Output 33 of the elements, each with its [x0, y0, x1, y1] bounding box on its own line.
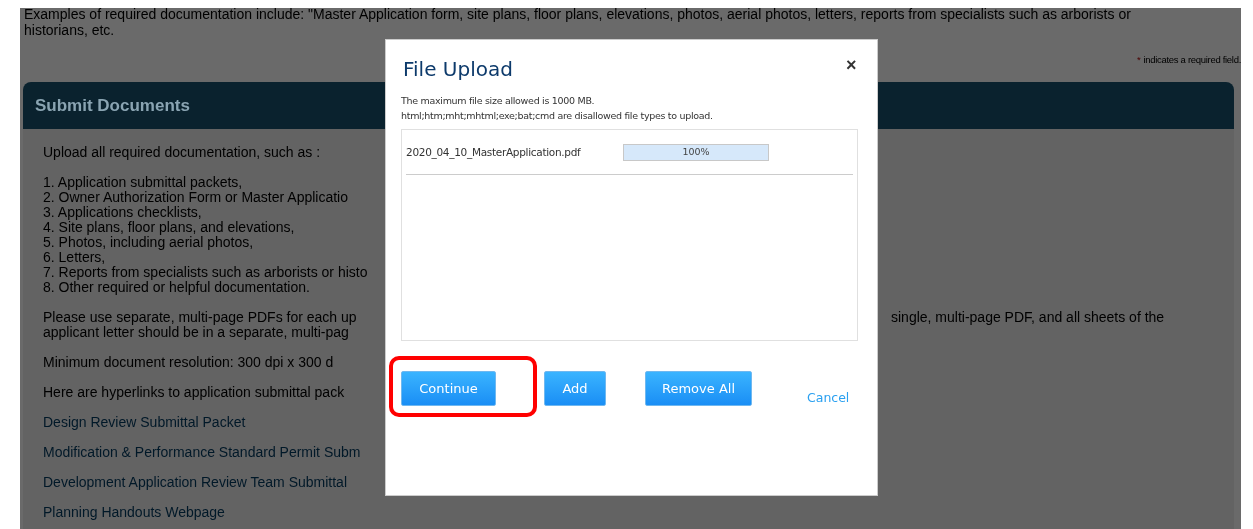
instruction-text: Please use separate, multi-page PDFs for each up: [43, 309, 357, 325]
instruction-text: 8. Other required or helpful documentation.: [43, 279, 310, 295]
instruction-text: Upload all required documentation, such as :: [43, 144, 321, 160]
progress-reading: 100%: [681, 145, 711, 157]
instruction-text: applicant letter should be in a separate, multi-pag: [43, 324, 349, 340]
remove-all-button[interactable]: Remove All: [645, 371, 752, 406]
required-note: indicates a required field.: [1143, 54, 1241, 65]
instruction-text: 6. Letters,: [43, 249, 106, 265]
instruction-text: 5. Photos, including aerial photos,: [43, 234, 254, 250]
file-name: 2020_04_10_MasterApplication.pdf: [406, 146, 582, 158]
continue-button[interactable]: Continue: [401, 371, 496, 406]
instruction-text: 1. Application submittal packets,: [43, 174, 243, 190]
instruction-text: Minimum document resolution: 300 dpi x 300 d: [43, 354, 334, 370]
intro-text: historians, etc.: [24, 22, 116, 38]
instruction-text: 3. Applications checklists,: [43, 204, 202, 220]
dialog-title: File Upload: [403, 57, 513, 81]
document-link[interactable]: Development Application Review Team Submittal: [43, 475, 347, 490]
required-asterisk: *: [1137, 54, 1141, 65]
cancel-link[interactable]: Cancel: [807, 389, 850, 405]
document-link[interactable]: Modification & Performance Standard Permit Subm: [43, 445, 361, 460]
document-link[interactable]: Design Review Submittal Packet: [43, 415, 246, 430]
panel-title: Submit Documents: [35, 95, 190, 116]
instruction-text: 2. Owner Authorization Form or Master Applicatio: [43, 189, 349, 205]
instruction-text: single, multi-page PDF, and all sheets of the: [891, 309, 1165, 325]
intro-text: Examples of required documentation include: "Master Application form, site plans, floor plans, elevations, photos, aerial photos, letters, reports from specialists such as arborists or: [24, 6, 1132, 22]
close-button[interactable]: ×: [846, 55, 857, 75]
document-link[interactable]: Planning Handouts Webpage: [43, 505, 225, 520]
add-button[interactable]: Add: [544, 371, 606, 406]
upload-info-text: html;htm;mht;mhtml;exe;bat;cmd are disallowed file types to upload.: [401, 109, 713, 123]
instruction-text: Here are hyperlinks to application submittal pack: [43, 384, 345, 400]
upload-info-text: The maximum file size allowed is 1000 MB.: [401, 94, 596, 108]
instruction-text: 7. Reports from specialists such as arborists or histo: [43, 264, 368, 280]
instruction-text: 4. Site plans, floor plans, and elevations,: [43, 219, 295, 235]
